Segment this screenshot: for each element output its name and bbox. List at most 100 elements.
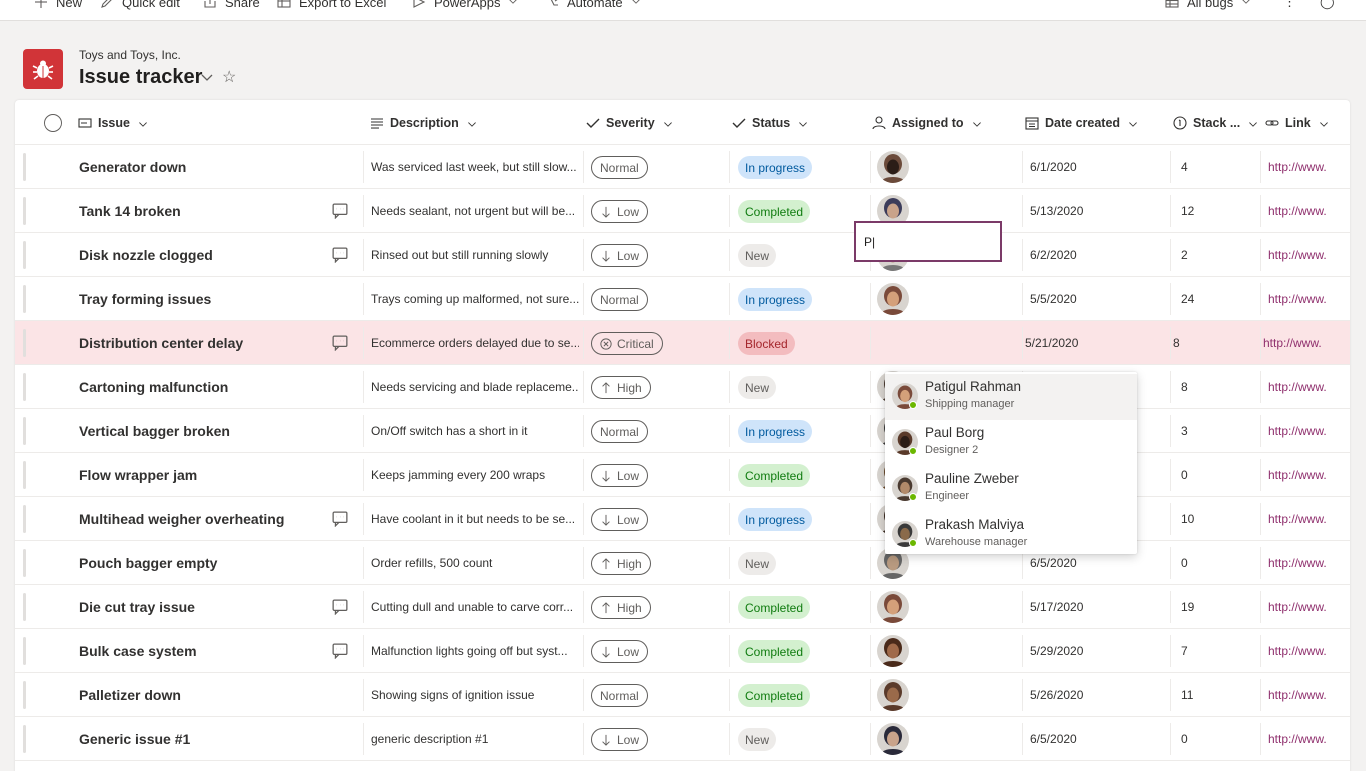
issue-title[interactable]: Bulk case system: [79, 629, 197, 673]
issue-title[interactable]: Generator down: [79, 145, 186, 189]
table-row[interactable]: Flow wrapper jam Keeps jamming every 200 …: [15, 453, 1350, 497]
comment-icon[interactable]: [332, 511, 349, 528]
issue-title[interactable]: Die cut tray issue: [79, 585, 195, 629]
comment-icon[interactable]: [332, 203, 349, 220]
row-drag-handle[interactable]: [23, 241, 26, 269]
info-icon[interactable]: ⋮: [1283, 0, 1296, 12]
select-all-checkbox[interactable]: [44, 114, 62, 132]
issue-title[interactable]: Tray forming issues: [79, 277, 211, 321]
link-value[interactable]: http://www.: [1263, 321, 1322, 365]
link-value[interactable]: http://www.: [1268, 717, 1327, 761]
table-row[interactable]: Generic issue #1 generic description #1 Lo…: [15, 717, 1350, 761]
link-value[interactable]: http://www.: [1268, 277, 1327, 321]
table-row[interactable]: Tray forming issues Trays coming up malfo…: [15, 277, 1350, 321]
command-powerapps-button[interactable]: PowerApps: [412, 0, 518, 12]
column-header-assigned-to[interactable]: Assigned to: [872, 100, 982, 145]
status-badge[interactable]: Completed: [738, 464, 811, 487]
assigned-to-edit-input[interactable]: P|: [854, 221, 1002, 262]
command-export-to-excel-button[interactable]: Export to Excel: [277, 0, 386, 12]
severity-pill[interactable]: Normal: [591, 288, 648, 311]
people-picker-option[interactable]: Pauline Zweber Engineer: [885, 466, 1137, 512]
severity-pill[interactable]: Low: [591, 200, 649, 223]
row-drag-handle[interactable]: [23, 285, 26, 313]
status-badge[interactable]: New: [738, 728, 777, 751]
people-picker-option[interactable]: Prakash Malviya Warehouse manager: [885, 512, 1137, 558]
comment-icon[interactable]: [332, 247, 349, 264]
table-row[interactable]: Multihead weigher overheating Have coolan…: [15, 497, 1350, 541]
severity-pill[interactable]: Low: [591, 508, 649, 531]
status-badge[interactable]: In progress: [738, 288, 813, 311]
severity-pill[interactable]: Low: [591, 640, 649, 663]
column-header-severity[interactable]: Severity: [586, 100, 673, 145]
severity-pill[interactable]: Low: [591, 464, 649, 487]
help-icon[interactable]: ◯: [1320, 0, 1335, 12]
status-badge[interactable]: Completed: [738, 684, 811, 707]
chevron-down-icon[interactable]: [200, 70, 214, 84]
link-value[interactable]: http://www.: [1268, 233, 1327, 277]
row-drag-handle[interactable]: [23, 505, 26, 533]
status-badge[interactable]: Completed: [738, 640, 811, 663]
column-header-stack[interactable]: Stack ...: [1173, 100, 1258, 145]
comment-icon[interactable]: [332, 335, 349, 352]
issue-title[interactable]: Cartoning malfunction: [79, 365, 228, 409]
issue-title[interactable]: Palletizer down: [79, 673, 181, 717]
column-header-issue[interactable]: Issue: [78, 100, 148, 145]
issue-title[interactable]: Disk nozzle clogged: [79, 233, 213, 277]
comment-icon[interactable]: [332, 643, 349, 660]
avatar[interactable]: [877, 283, 909, 315]
site-logo[interactable]: [23, 49, 63, 89]
status-badge[interactable]: Completed: [738, 596, 811, 619]
table-row[interactable]: Vertical bagger broken On/Off switch has …: [15, 409, 1350, 453]
avatar[interactable]: [877, 591, 909, 623]
command-quick-edit-button[interactable]: Quick edit: [100, 0, 180, 12]
table-row[interactable]: Palletizer down Showing signs of ignition…: [15, 673, 1350, 717]
severity-pill[interactable]: High: [591, 596, 651, 619]
issue-title[interactable]: Vertical bagger broken: [79, 409, 230, 453]
status-badge[interactable]: New: [738, 376, 777, 399]
row-drag-handle[interactable]: [23, 593, 26, 621]
command-new-button[interactable]: New: [34, 0, 82, 12]
severity-pill[interactable]: High: [591, 552, 651, 575]
severity-pill[interactable]: Normal: [591, 684, 648, 707]
status-badge[interactable]: In progress: [738, 508, 813, 531]
link-value[interactable]: http://www.: [1268, 497, 1327, 541]
link-value[interactable]: http://www.: [1268, 585, 1327, 629]
row-drag-handle[interactable]: [23, 373, 26, 401]
column-header-date-created[interactable]: Date created: [1025, 100, 1138, 145]
severity-pill[interactable]: Low: [591, 728, 649, 751]
row-drag-handle[interactable]: [23, 329, 26, 357]
link-value[interactable]: http://www.: [1268, 453, 1327, 497]
favorite-star-icon[interactable]: ☆: [222, 67, 236, 87]
status-badge[interactable]: Blocked: [738, 332, 795, 355]
row-drag-handle[interactable]: [23, 725, 26, 753]
issue-title[interactable]: Flow wrapper jam: [79, 453, 197, 497]
row-drag-handle[interactable]: [23, 153, 26, 181]
people-picker-option[interactable]: Paul Borg Designer 2: [885, 420, 1137, 466]
severity-pill[interactable]: Low: [591, 244, 649, 267]
issue-title[interactable]: Tank 14 broken: [79, 189, 181, 233]
row-drag-handle[interactable]: [23, 549, 26, 577]
issue-title[interactable]: Generic issue #1: [79, 717, 190, 761]
row-drag-handle[interactable]: [23, 417, 26, 445]
comment-icon[interactable]: [332, 599, 349, 616]
column-header-link[interactable]: Link: [1265, 100, 1329, 145]
command-share-button[interactable]: Share: [203, 0, 260, 12]
avatar[interactable]: [877, 723, 909, 755]
link-value[interactable]: http://www.: [1268, 409, 1327, 453]
link-value[interactable]: http://www.: [1268, 189, 1327, 233]
row-drag-handle[interactable]: [23, 637, 26, 665]
table-row[interactable]: Bulk case system Malfunction lights going…: [15, 629, 1350, 673]
issue-title[interactable]: Pouch bagger empty: [79, 541, 217, 585]
table-row[interactable]: Pouch bagger empty Order refills, 500 cou…: [15, 541, 1350, 585]
severity-pill[interactable]: Normal: [591, 420, 648, 443]
issue-title[interactable]: Distribution center delay: [79, 321, 243, 365]
table-row[interactable]: Tank 14 broken Needs sealant, not urgent …: [15, 189, 1350, 233]
row-drag-handle[interactable]: [23, 681, 26, 709]
link-value[interactable]: http://www.: [1268, 673, 1327, 717]
severity-pill[interactable]: High: [591, 376, 651, 399]
view-selector-button[interactable]: All bugs: [1165, 0, 1251, 12]
row-drag-handle[interactable]: [23, 197, 26, 225]
severity-pill[interactable]: Critical: [591, 332, 663, 355]
people-picker-option[interactable]: Patigul Rahman Shipping manager: [885, 374, 1137, 420]
severity-pill[interactable]: Normal: [591, 156, 648, 179]
